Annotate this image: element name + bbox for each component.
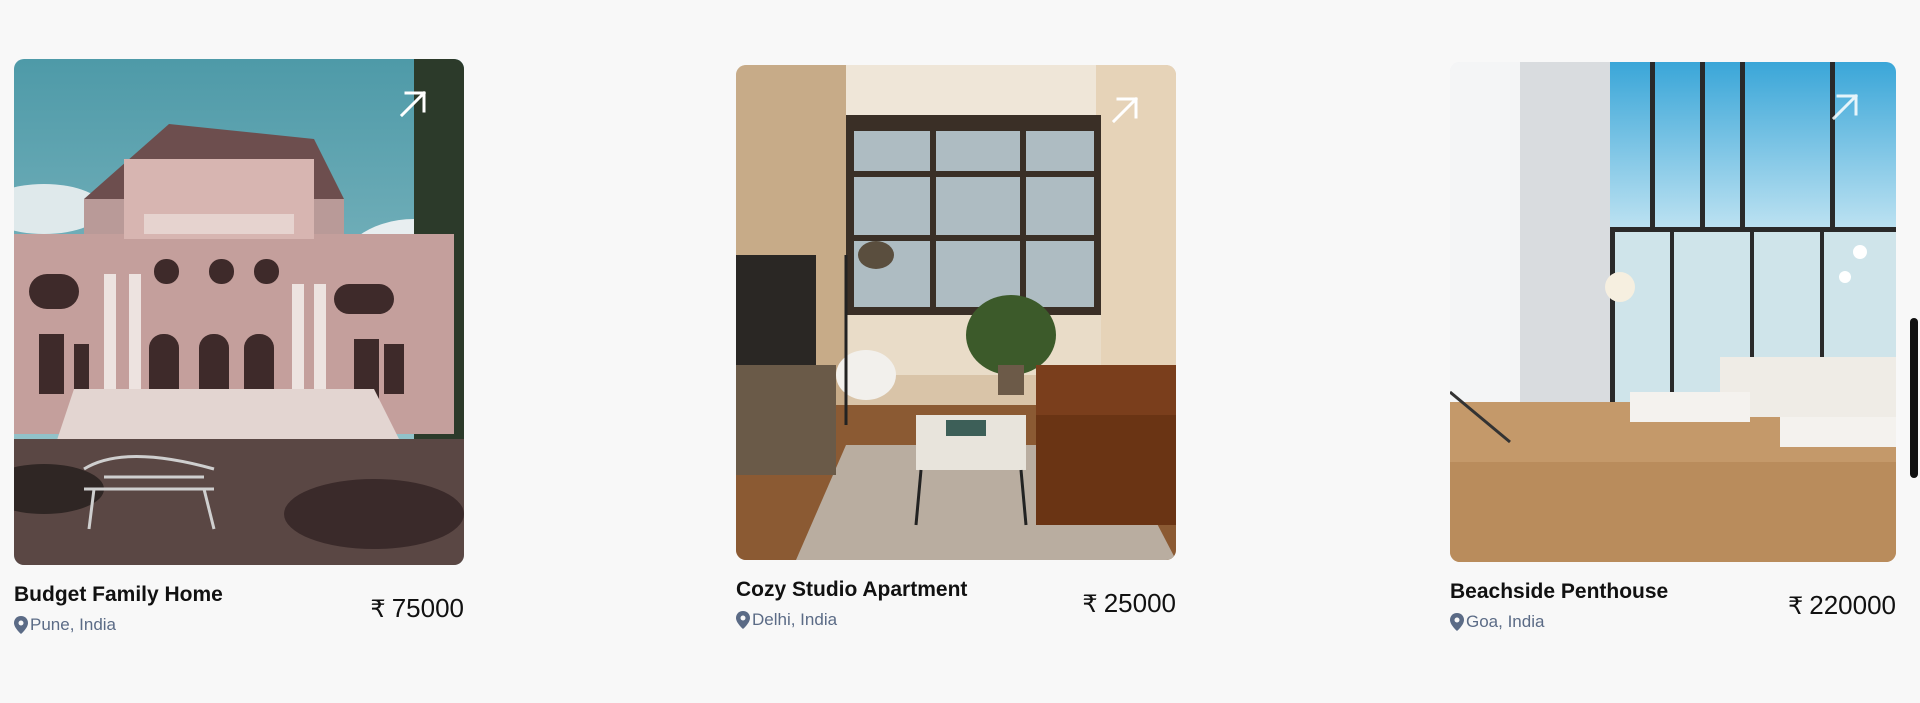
listings-page: Budget Family Home Pune, India ₹75000 Co… xyxy=(0,0,1920,703)
property-price: ₹25000 xyxy=(1082,588,1176,619)
property-price: ₹75000 xyxy=(370,593,464,624)
currency-symbol: ₹ xyxy=(370,596,386,623)
property-card[interactable]: Budget Family Home Pune, India ₹75000 xyxy=(14,59,464,641)
property-title: Beachside Penthouse xyxy=(1450,580,1669,603)
location-pin-icon xyxy=(14,616,28,634)
penthouse-photo xyxy=(1450,62,1896,562)
property-location: Goa, India xyxy=(1450,612,1544,632)
property-meta: Cozy Studio Apartment Delhi, India ₹2500… xyxy=(736,576,1176,636)
location-pin-icon xyxy=(1450,613,1464,631)
open-arrow-icon[interactable] xyxy=(396,87,430,121)
property-card[interactable]: Cozy Studio Apartment Delhi, India ₹2500… xyxy=(736,65,1176,636)
price-value: 75000 xyxy=(391,593,464,623)
property-title: Cozy Studio Apartment xyxy=(736,578,968,601)
property-meta: Budget Family Home Pune, India ₹75000 xyxy=(14,581,464,641)
location-text: Pune, India xyxy=(30,615,117,634)
property-location: Delhi, India xyxy=(736,610,837,630)
property-location: Pune, India xyxy=(14,615,116,635)
property-photo[interactable] xyxy=(1450,62,1896,562)
location-text: Goa, India xyxy=(1466,612,1545,631)
open-arrow-icon[interactable] xyxy=(1828,90,1862,124)
house-photo xyxy=(14,59,464,565)
property-title: Budget Family Home xyxy=(14,583,223,606)
price-value: 220000 xyxy=(1809,590,1896,620)
location-pin-icon xyxy=(736,611,750,629)
property-photo[interactable] xyxy=(736,65,1176,560)
currency-symbol: ₹ xyxy=(1082,591,1098,618)
property-card[interactable]: Beachside Penthouse Goa, India ₹220000 xyxy=(1450,62,1896,638)
scrollbar-thumb[interactable] xyxy=(1910,318,1918,478)
price-value: 25000 xyxy=(1103,588,1176,618)
property-photo[interactable] xyxy=(14,59,464,565)
property-price: ₹220000 xyxy=(1788,590,1896,621)
open-arrow-icon[interactable] xyxy=(1108,93,1142,127)
location-text: Delhi, India xyxy=(752,610,838,629)
living-room-photo xyxy=(736,65,1176,560)
currency-symbol: ₹ xyxy=(1787,593,1804,620)
property-meta: Beachside Penthouse Goa, India ₹220000 xyxy=(1450,578,1896,638)
